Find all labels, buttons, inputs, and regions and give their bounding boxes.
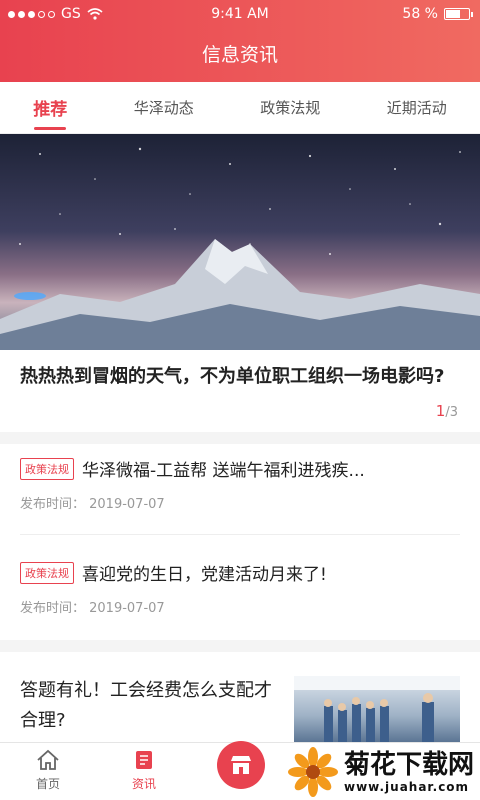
app-header: GS 9:41 AM 58 % 信息资讯 <box>0 0 480 82</box>
tab-recommend[interactable]: 推荐 <box>27 85 73 130</box>
feature-thumbnail <box>294 676 460 742</box>
mountain-illustration <box>0 147 480 350</box>
home-icon <box>37 749 59 770</box>
pager-total: /3 <box>445 405 458 420</box>
publish-date: 发布时间： 2019-07-07 <box>20 497 165 512</box>
nav-news[interactable]: 资讯 <box>114 749 174 792</box>
status-bar: GS 9:41 AM 58 % <box>0 0 480 30</box>
news-title: 华泽微福-工益帮 送端午福利进残疾... <box>82 461 365 481</box>
nav-home[interactable]: 首页 <box>18 749 78 792</box>
store-icon <box>231 756 251 774</box>
headline-card[interactable]: 热热热到冒烟的天气，不为单位职工组织一场电影吗? 1/3 <box>0 350 480 432</box>
banner-image[interactable] <box>0 134 480 350</box>
bottom-nav: 首页 资讯 菊花下载网 www.juahar.com <box>0 741 480 800</box>
page-title: 信息资讯 <box>201 44 278 66</box>
news-title: 喜迎党的生日，党建活动月来了! <box>82 565 327 585</box>
pager-current: 1 <box>435 402 446 420</box>
headline-title: 热热热到冒烟的天气，不为单位职工组织一场电影吗? <box>20 366 445 387</box>
carousel-pager: 1/3 <box>436 402 458 420</box>
category-badge: 政策法规 <box>20 457 74 480</box>
news-list: 政策法规 华泽微福-工益帮 送端午福利进残疾... 发布时间： 2019-07-… <box>0 444 480 640</box>
battery-percent: 58 % <box>402 6 438 22</box>
watermark-text: 菊花下载网 <box>343 750 474 780</box>
nav-label: 资讯 <box>131 777 156 791</box>
nav-label: 首页 <box>35 777 60 791</box>
watermark: 菊花下载网 www.juahar.com <box>287 747 474 797</box>
store-button[interactable] <box>217 741 265 789</box>
category-badge: 政策法规 <box>20 561 74 584</box>
tab-activities[interactable]: 近期活动 <box>381 87 453 128</box>
feature-card[interactable]: 答题有礼！工会经费怎么支配才合理? <box>0 652 480 742</box>
category-tabs: 推荐 华泽动态 政策法规 近期活动 <box>0 82 480 134</box>
list-item[interactable]: 政策法规 喜迎党的生日，党建活动月来了! 发布时间： 2019-07-07 <box>20 548 460 634</box>
publish-date: 发布时间： 2019-07-07 <box>20 601 165 616</box>
watermark-url: www.juahar.com <box>343 780 470 794</box>
flower-icon <box>287 747 338 797</box>
tab-huaze-news[interactable]: 华泽动态 <box>128 87 200 128</box>
news-icon <box>136 751 152 769</box>
divider <box>20 534 460 535</box>
list-item[interactable]: 政策法规 华泽微福-工益帮 送端午福利进残疾... 发布时间： 2019-07-… <box>20 444 460 530</box>
tab-policy[interactable]: 政策法规 <box>254 87 326 128</box>
battery-icon <box>444 8 473 20</box>
feature-title: 答题有礼！工会经费怎么支配才合理? <box>20 680 272 731</box>
